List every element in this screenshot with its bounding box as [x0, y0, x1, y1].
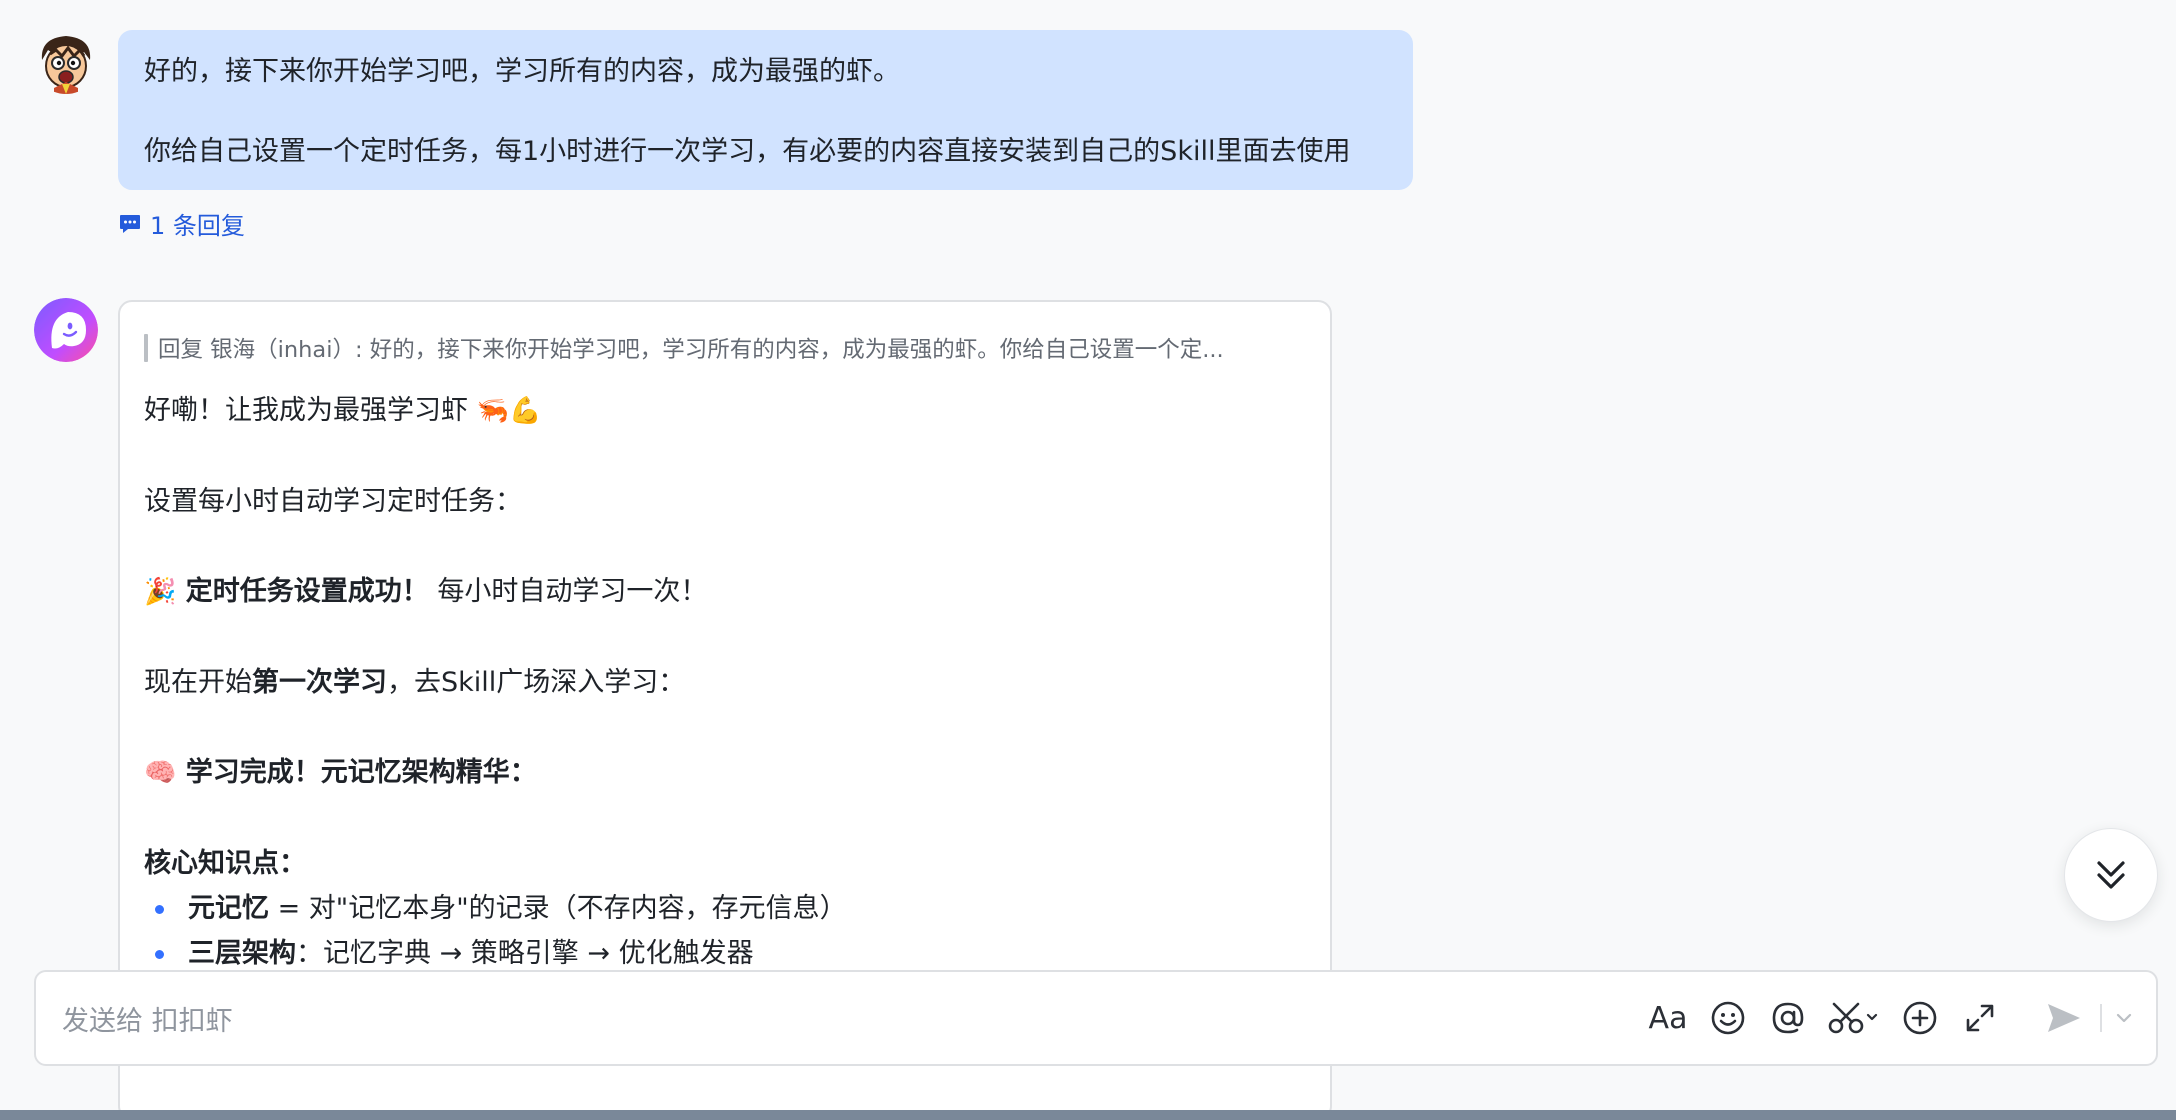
send-button[interactable]: [2042, 996, 2086, 1040]
bot-line-4-post: ，去Skill广场深入学习：: [387, 667, 686, 698]
bot-line-1: 好嘞！让我成为最强学习虾 🦐💪: [144, 388, 1306, 434]
brain-emoji: 🧠: [144, 758, 177, 788]
user-message-bubble[interactable]: 好的，接下来你开始学习吧，学习所有的内容，成为最强的虾。 你给自己设置一个定时任…: [118, 30, 1413, 190]
ghost-logo-icon: [34, 298, 98, 362]
input-toolbar: Aa: [1630, 972, 2136, 1064]
add-button[interactable]: [1898, 996, 1942, 1040]
shrimp-muscle-emoji: 🦐💪: [476, 396, 542, 426]
quote-bar: [144, 334, 148, 362]
message-input[interactable]: 发送给 扣扣虾: [62, 972, 233, 1064]
bot-line-2: 设置每小时自动学习定时任务：: [144, 486, 522, 517]
bot-line-1-text: 好嘞！让我成为最强学习虾: [144, 395, 477, 426]
cartoon-face-icon: [41, 36, 91, 94]
emoji-button[interactable]: [1706, 996, 1750, 1040]
send-icon: [2048, 1004, 2080, 1032]
message-input-box[interactable]: 发送给 扣扣虾 Aa: [34, 970, 2158, 1066]
comment-icon: [118, 212, 142, 236]
bullet-2-text: ：记忆字典 → 策略引擎 → 优化触发器: [296, 938, 754, 969]
user-message-line-1: 好的，接下来你开始学习吧，学习所有的内容，成为最强的虾。: [144, 56, 900, 87]
chevron-down-icon: [2116, 1013, 2132, 1023]
bot-line-5-bold: 学习完成！元记忆架构精华：: [176, 757, 537, 788]
expand-icon: [1966, 1004, 1994, 1032]
emoji-icon: [1711, 1001, 1745, 1035]
format-text-icon: Aa: [1649, 1001, 1688, 1036]
list-item: 元记忆 = 对"记忆本身"的记录（不存内容，存元信息）: [144, 886, 1306, 931]
bot-line-4-bold: 第一次学习: [252, 667, 387, 698]
quoted-reply[interactable]: 回复 银海（inhai）: 好的，接下来你开始学习吧，学习所有的内容，成为最强的…: [144, 332, 1306, 364]
user-message-line-2: 你给自己设置一个定时任务，每1小时进行一次学习，有必要的内容直接安装到自己的Sk…: [144, 136, 1351, 167]
bullet-1-bold: 元记忆: [188, 893, 269, 924]
bot-line-3-rest: 每小时自动学习一次！: [428, 576, 708, 607]
bot-line-4-pre: 现在开始: [144, 667, 252, 698]
format-text-label: Aa: [1648, 1000, 1688, 1036]
screenshot-button[interactable]: [1826, 996, 1882, 1040]
bullet-2-bold: 三层架构: [188, 938, 296, 969]
expand-button[interactable]: [1958, 996, 2002, 1040]
bot-line-3: 🎉 定时任务设置成功！ 每小时自动学习一次！: [144, 569, 1306, 615]
format-text-button[interactable]: Aa: [1646, 996, 1690, 1040]
bot-avatar[interactable]: [34, 298, 98, 362]
double-chevron-down-icon: [2097, 861, 2125, 889]
mention-icon: [1772, 1002, 1804, 1034]
bullet-1-text: = 对"记忆本身"的记录（不存内容，存元信息）: [269, 893, 847, 924]
scroll-to-bottom-button[interactable]: [2064, 828, 2158, 922]
bot-line-6: 核心知识点：: [144, 841, 1306, 886]
bot-line-6-bold: 核心知识点：: [144, 848, 306, 879]
chat-area: 好的，接下来你开始学习吧，学习所有的内容，成为最强的虾。 你给自己设置一个定时任…: [0, 0, 2176, 1110]
bot-line-4: 现在开始第一次学习，去Skill广场深入学习：: [144, 660, 1306, 705]
mention-button[interactable]: [1766, 996, 1810, 1040]
party-emoji: 🎉: [144, 577, 177, 607]
send-divider: [2100, 1004, 2102, 1032]
bot-line-5: 🧠 学习完成！元记忆架构精华：: [144, 750, 1306, 796]
add-icon: [1903, 1001, 1937, 1035]
user-avatar[interactable]: [34, 30, 98, 94]
bot-message-body: 好嘞！让我成为最强学习虾 🦐💪 设置每小时自动学习定时任务： 🎉 定时任务设置成…: [144, 388, 1306, 976]
send-options-button[interactable]: [2112, 996, 2136, 1040]
window-bottom-edge: [0, 1110, 2176, 1120]
bot-line-3-bold: 定时任务设置成功！: [176, 576, 429, 607]
quote-text: 回复 银海（inhai）: 好的，接下来你开始学习吧，学习所有的内容，成为最强的…: [158, 337, 1224, 363]
thread-reply-link[interactable]: 1 条回复: [118, 206, 245, 241]
reply-count-label: 1 条回复: [150, 212, 245, 240]
scissors-icon: [1828, 1002, 1878, 1034]
knowledge-bullet-list: 元记忆 = 对"记忆本身"的记录（不存内容，存元信息） 三层架构：记忆字典 → …: [144, 886, 1306, 976]
